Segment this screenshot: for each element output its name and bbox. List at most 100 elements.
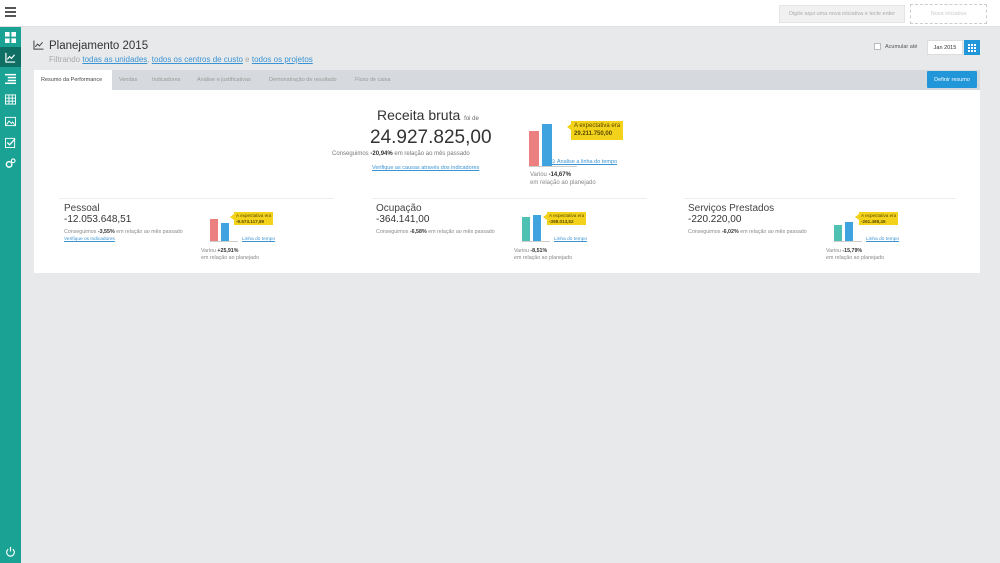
dashboard-icon	[5, 31, 16, 43]
main-timeline-link[interactable]: ⊙ Analise a linha do tempo	[551, 159, 617, 165]
card-variation: Variou -15,79% em relação ao planejado	[826, 248, 884, 262]
main-kpi-name: Receita bruta	[377, 107, 461, 123]
accumulate-checkbox[interactable]: Acumular até	[874, 43, 917, 50]
units-filter-link[interactable]: todas as unidades	[82, 55, 147, 64]
variation-suffix: em relação ao planejado	[826, 254, 885, 261]
main-kpi-comparison: Conseguimos -20,94% em relação ao mês pa…	[332, 151, 470, 157]
main-kpi-title: Receita bruta foi de	[377, 107, 479, 123]
actual-bar	[834, 225, 842, 241]
actual-bar	[210, 219, 218, 241]
sidebar-item-list[interactable]	[0, 68, 21, 88]
card-variation: Variou +25,91% em relação ao planejado	[201, 248, 259, 262]
card-expectation-tooltip: A expectativa era -9.573.117,89	[229, 212, 274, 226]
variation-prefix: Variou	[514, 248, 529, 254]
comparison-value: -6,02%	[721, 229, 739, 235]
variation-suffix: em relação ao planejado	[201, 254, 260, 261]
causes-link[interactable]: Verifique as causas através dos indicado…	[372, 165, 479, 171]
card-title: Ocupação	[376, 203, 422, 214]
card-expectation-tooltip: A expectativa era -398.013,52	[542, 212, 587, 226]
variation-value: -8,51%	[530, 248, 548, 254]
card-title: Serviços Prestados	[688, 203, 775, 214]
card-chart	[210, 219, 238, 242]
image-icon	[5, 116, 16, 126]
tab-analysis[interactable]: Análise e justificativas	[190, 70, 258, 90]
settings-icon	[5, 157, 16, 168]
comparison-prefix: Conseguimos	[332, 151, 369, 157]
main-kpi-suffix: foi de	[464, 116, 479, 122]
top-bar: Digite aqui uma nova iniciativa e tecle …	[0, 0, 1000, 27]
card-timeline-link[interactable]: Linha do tempo	[242, 237, 275, 242]
cost-centers-filter-link[interactable]: todos os centros de custo	[152, 55, 243, 64]
variation-value: +25,91%	[217, 248, 239, 254]
card-timeline-link[interactable]: Linha do tempo	[866, 237, 899, 242]
variation-prefix: Variou	[826, 248, 841, 254]
power-icon[interactable]	[5, 546, 16, 557]
chart-baseline	[522, 241, 550, 242]
divider	[684, 198, 956, 199]
filter-separator: ,	[147, 55, 150, 64]
main-expectation-tooltip: A expectativa era 29.211.750,00	[566, 121, 624, 140]
define-summary-button[interactable]: Definir resumo	[927, 71, 977, 88]
card-timeline-link[interactable]: Linha do tempo	[554, 237, 587, 242]
variation-prefix: Variou	[530, 172, 547, 178]
list-icon	[5, 73, 16, 84]
card-value: -12.053.648,51	[64, 214, 132, 225]
table-icon	[5, 93, 16, 105]
chart-line-icon	[5, 52, 16, 63]
menu-icon[interactable]	[5, 7, 16, 18]
tab-cash-flow[interactable]: Fluxo de caixa	[348, 70, 397, 90]
expectation-value: -261.498,45	[861, 218, 886, 224]
sidebar-item-dashboard[interactable]	[0, 27, 21, 47]
sidebar-item-image[interactable]	[0, 111, 21, 131]
sidebar	[0, 27, 21, 563]
comparison-prefix: Conseguimos	[64, 229, 97, 235]
card-chart	[834, 222, 862, 242]
expectation-label: A expectativa era	[236, 213, 272, 218]
initiative-input[interactable]: Digite aqui uma nova iniciativa e tecle …	[779, 5, 905, 23]
page-title: Planejamento 2015	[49, 40, 149, 52]
card-value: -220.220,00	[688, 214, 742, 225]
variation-prefix: Variou	[201, 248, 216, 254]
clock-icon: ⊙	[551, 159, 556, 165]
comparison-suffix: em relação ao mês passado	[116, 229, 183, 235]
calendar-button[interactable]	[964, 40, 980, 55]
tab-results-statement[interactable]: Demonstração de resultado	[262, 70, 344, 90]
new-initiative-button[interactable]: Nova iniciativa	[910, 4, 987, 24]
comparison-suffix: em relação ao mês passado	[428, 229, 495, 235]
sidebar-item-checklist[interactable]	[0, 132, 21, 152]
sidebar-item-settings[interactable]	[0, 153, 21, 173]
expectation-label: A expectativa era	[549, 213, 585, 218]
sidebar-item-planning[interactable]	[0, 47, 21, 67]
filter-conjunction: e	[245, 55, 250, 64]
chart-baseline	[834, 241, 862, 242]
variation-suffix: em relação ao planejado	[514, 254, 573, 261]
tab-sales[interactable]: Vendas	[112, 70, 144, 90]
card-value: -364.141,00	[376, 214, 430, 225]
comparison-prefix: Conseguimos	[376, 229, 409, 235]
sidebar-item-table[interactable]	[0, 89, 21, 109]
filter-description: Filtrando todas as unidades, todos os ce…	[49, 55, 313, 64]
period-selector[interactable]: Jan 2015	[927, 40, 963, 55]
main-kpi-value: 24.927.825,00	[370, 127, 492, 148]
projects-filter-link[interactable]: todos os projetos	[252, 55, 313, 64]
main-variation: Variou -14,67% em relação ao planejado	[530, 172, 596, 188]
indicators-link[interactable]: Verifique os indicadores	[64, 237, 115, 242]
accumulate-label: Acumular até	[885, 43, 918, 50]
chart-baseline	[210, 241, 238, 242]
planned-bar	[533, 215, 541, 241]
divider	[59, 198, 334, 199]
expectation-value: 29.211.750,00	[574, 130, 613, 137]
comparison-value: -3,55%	[97, 229, 115, 235]
expectation-value: -9.573.117,89	[236, 218, 265, 224]
card-comparison: Conseguimos -3,55% em relação ao mês pas…	[64, 229, 183, 235]
planned-bar	[221, 223, 229, 241]
tab-indicators[interactable]: Indicadores	[145, 70, 187, 90]
chart-baseline	[529, 166, 577, 167]
comparison-value: -6,58%	[409, 229, 427, 235]
card-comparison: Conseguimos -6,02% em relação ao mês pas…	[688, 229, 807, 235]
comparison-suffix: em relação ao mês passado	[740, 229, 807, 235]
checkbox-box[interactable]	[874, 43, 881, 50]
tab-performance-summary[interactable]: Resumo da Performance	[34, 70, 112, 90]
actual-bar	[529, 131, 539, 166]
card-title: Pessoal	[64, 203, 100, 214]
